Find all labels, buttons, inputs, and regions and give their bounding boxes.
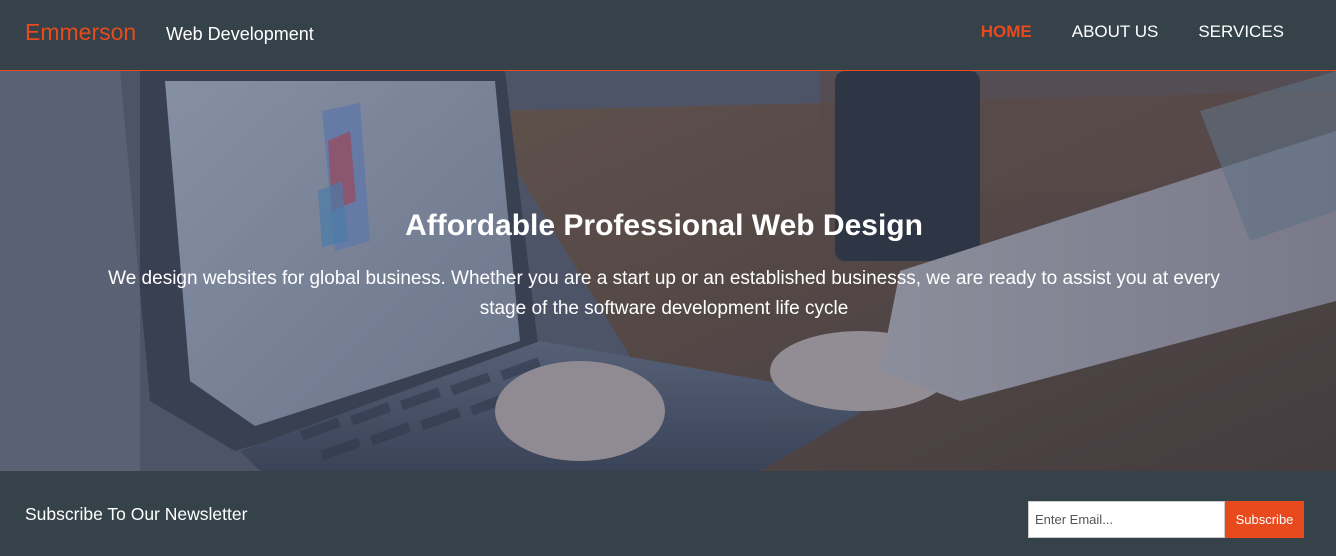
nav-home[interactable]: HOME (981, 22, 1032, 42)
subscribe-button[interactable]: Subscribe (1225, 501, 1304, 538)
email-input[interactable] (1028, 501, 1225, 538)
site-header: Emmerson Web Development HOME ABOUT US S… (0, 0, 1336, 71)
newsletter-title: Subscribe To Our Newsletter (25, 504, 248, 524)
newsletter-form: Subscribe (1028, 501, 1304, 538)
nav-services[interactable]: SERVICES (1198, 22, 1284, 42)
hero-title: Affordable Professional Web Design (405, 209, 923, 242)
nav-about-us[interactable]: ABOUT US (1072, 22, 1159, 42)
main-nav: HOME ABOUT US SERVICES (981, 22, 1284, 42)
newsletter-section: Subscribe To Our Newsletter Subscribe (0, 471, 1336, 556)
hero-description: We design websites for global business. … (108, 268, 1220, 319)
brand-logo[interactable]: Emmerson (25, 18, 136, 46)
hero-showcase: Affordable Professional Web Design We de… (0, 71, 1336, 471)
brand-tagline: Web Development (166, 24, 314, 44)
